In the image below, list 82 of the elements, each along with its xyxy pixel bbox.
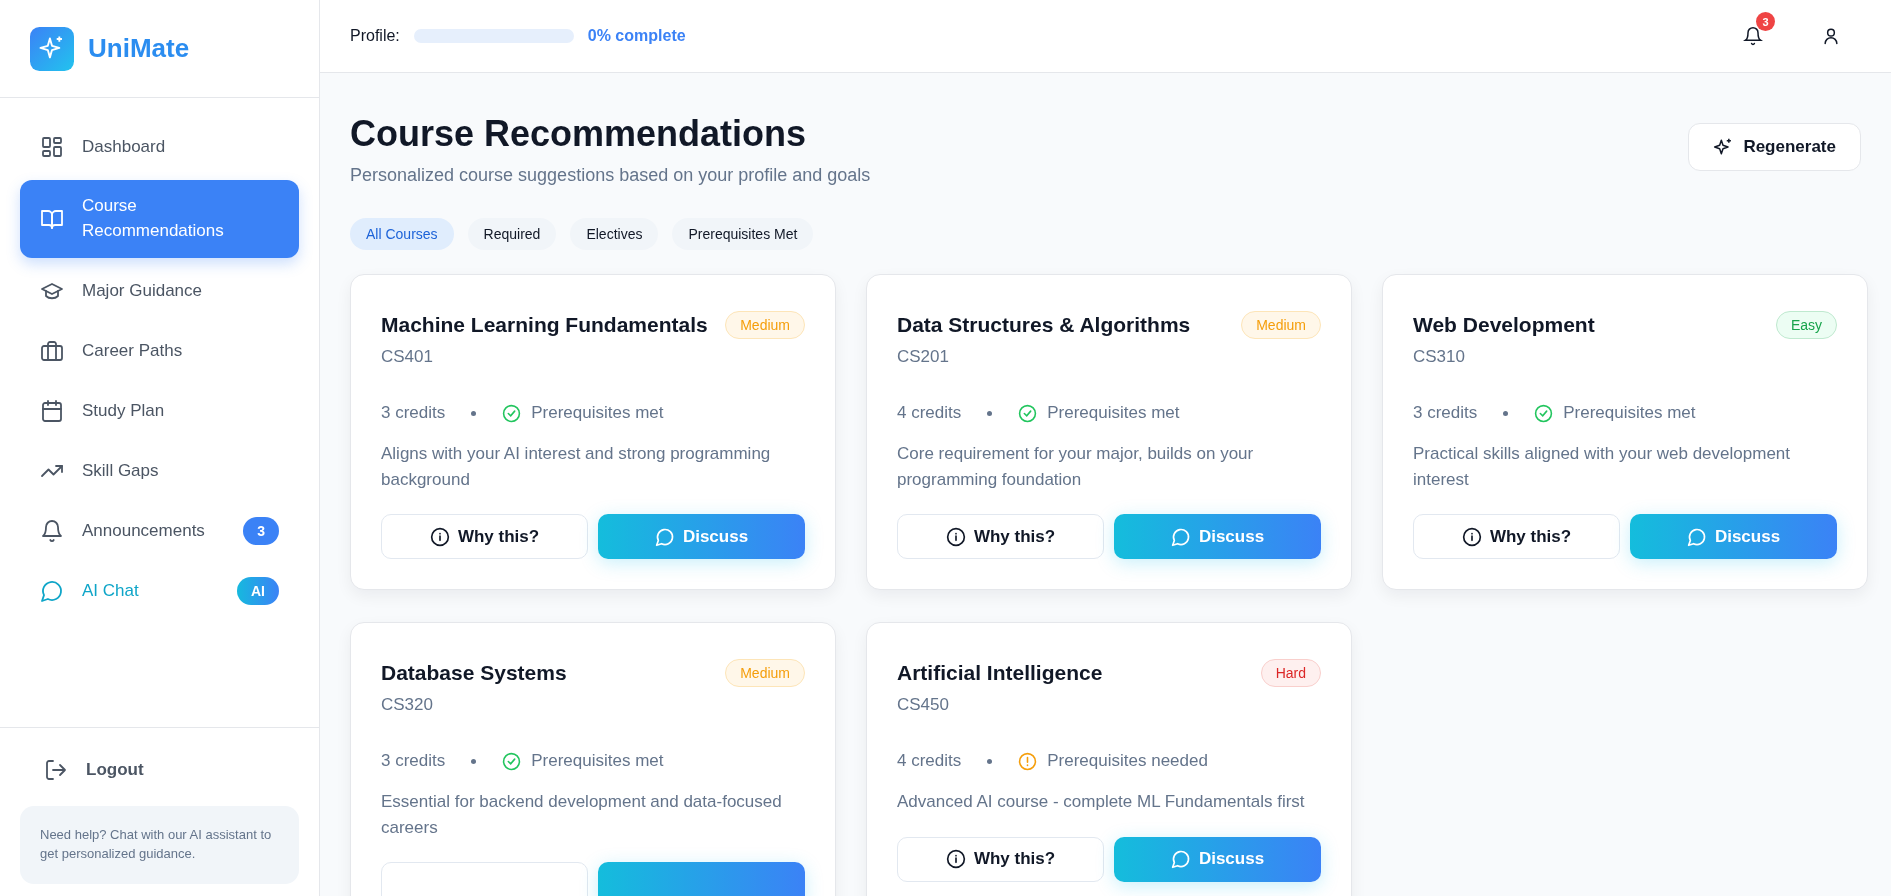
course-title: Data Structures & Algorithms — [897, 313, 1191, 337]
course-description: Aligns with your AI interest and strong programming background — [381, 443, 772, 491]
prerequisite-status: Prerequisites met — [531, 403, 664, 423]
course-code: CS310 — [1413, 347, 1466, 367]
logout-icon — [44, 758, 68, 783]
sidebar-item[interactable]: Study Plan — [20, 384, 299, 438]
prerequisite-status: Prerequisites met — [531, 751, 664, 771]
difficulty-badge: Medium — [725, 659, 805, 687]
sidebar-item[interactable]: Career Paths — [20, 324, 299, 378]
grid-icon — [40, 135, 64, 159]
regenerate-button[interactable]: Regenerate — [1688, 123, 1861, 171]
logout-link[interactable]: Logout — [20, 748, 168, 793]
course-title: Artificial Intelligence — [897, 661, 1103, 685]
separator-dot — [471, 758, 477, 764]
bell-icon — [1743, 26, 1763, 46]
credits-text: 4 credits — [897, 751, 962, 771]
course-code: CS201 — [897, 347, 950, 367]
page-subtitle: Personalized course suggestions based on your profile and goals — [350, 165, 871, 186]
book-icon — [40, 207, 64, 231]
sparkle-logo-icon — [30, 26, 74, 71]
chat-bubble-icon — [654, 526, 675, 547]
why-this-button[interactable]: Why this? — [1413, 514, 1620, 559]
notification-badge: 3 — [1756, 12, 1775, 31]
info-icon — [429, 526, 450, 547]
chat-bubble-icon — [1170, 526, 1191, 547]
prerequisite-status: Prerequisites met — [1563, 403, 1696, 423]
user-icon — [1821, 26, 1841, 46]
discuss-button[interactable] — [598, 862, 805, 896]
sidebar-item[interactable]: Dashboard — [20, 120, 299, 174]
help-text: Need help? Chat with our AI assistant to get personalized guidance. — [20, 806, 299, 884]
page-title: Course Recommendations — [350, 113, 808, 155]
course-description: Core requirement for your major, builds on your programming foundation — [897, 443, 1255, 491]
filter-tab[interactable]: Required — [467, 218, 557, 250]
difficulty-badge: Hard — [1260, 659, 1321, 687]
separator-dot — [471, 410, 477, 416]
profile-label: Profile: — [350, 27, 400, 45]
separator-dot — [1503, 410, 1509, 416]
difficulty-badge: Easy — [1775, 311, 1837, 339]
credits-text: 3 credits — [1413, 403, 1478, 423]
chat-bubble-icon — [40, 579, 64, 603]
sparkle-icon — [1713, 137, 1734, 157]
prerequisite-status: Prerequisites needed — [1047, 751, 1208, 771]
why-this-button[interactable]: Why this? — [381, 514, 588, 559]
credits-text: 4 credits — [897, 403, 962, 423]
course-description: Practical skills aligned with your web development interest — [1413, 443, 1791, 491]
course-title: Machine Learning Fundamentals — [381, 313, 708, 337]
brand-name: UniMate — [88, 33, 190, 64]
course-code: CS320 — [381, 695, 434, 715]
credits-text: 3 credits — [381, 751, 446, 771]
separator-dot — [987, 758, 993, 764]
course-title: Web Development — [1413, 313, 1595, 337]
difficulty-badge: Medium — [725, 311, 805, 339]
info-icon — [945, 849, 966, 869]
info-icon — [945, 526, 966, 547]
credits-text: 3 credits — [381, 403, 446, 423]
difficulty-badge: Medium — [1241, 311, 1321, 339]
prerequisite-status: Prerequisites met — [1047, 403, 1180, 423]
bell-icon — [40, 519, 64, 543]
count-badge: AI — [237, 577, 279, 605]
chat-bubble-icon — [1686, 526, 1707, 547]
course-code: CS450 — [897, 695, 950, 715]
sidebar-item[interactable]: Course Recommendations — [20, 180, 299, 258]
filter-tab[interactable]: Prerequisites Met — [672, 218, 814, 250]
sidebar-item[interactable]: Major Guidance — [20, 264, 299, 318]
separator-dot — [987, 410, 993, 416]
sidebar-item[interactable]: Announcements 3 — [20, 504, 299, 558]
calendar-icon — [40, 399, 64, 423]
briefcase-icon — [40, 339, 64, 363]
course-description: Essential for backend development and data-focused careers — [381, 791, 783, 839]
course-description: Advanced AI course - complete ML Fundamentals first — [897, 791, 1306, 813]
sidebar-item[interactable]: Skill Gaps — [20, 444, 299, 498]
count-badge: 3 — [243, 517, 279, 545]
course-code: CS401 — [381, 347, 434, 367]
progress-text: 0% complete — [587, 27, 686, 45]
why-this-button[interactable]: Why this? — [897, 514, 1104, 559]
why-this-button[interactable] — [381, 862, 588, 896]
why-this-button[interactable]: Why this? — [897, 836, 1104, 882]
filter-tab[interactable]: All Courses — [350, 218, 454, 250]
course-title: Database Systems — [381, 661, 567, 685]
info-icon — [1461, 526, 1482, 547]
chat-bubble-icon — [1170, 849, 1191, 869]
filter-tab[interactable]: Electives — [570, 218, 659, 250]
